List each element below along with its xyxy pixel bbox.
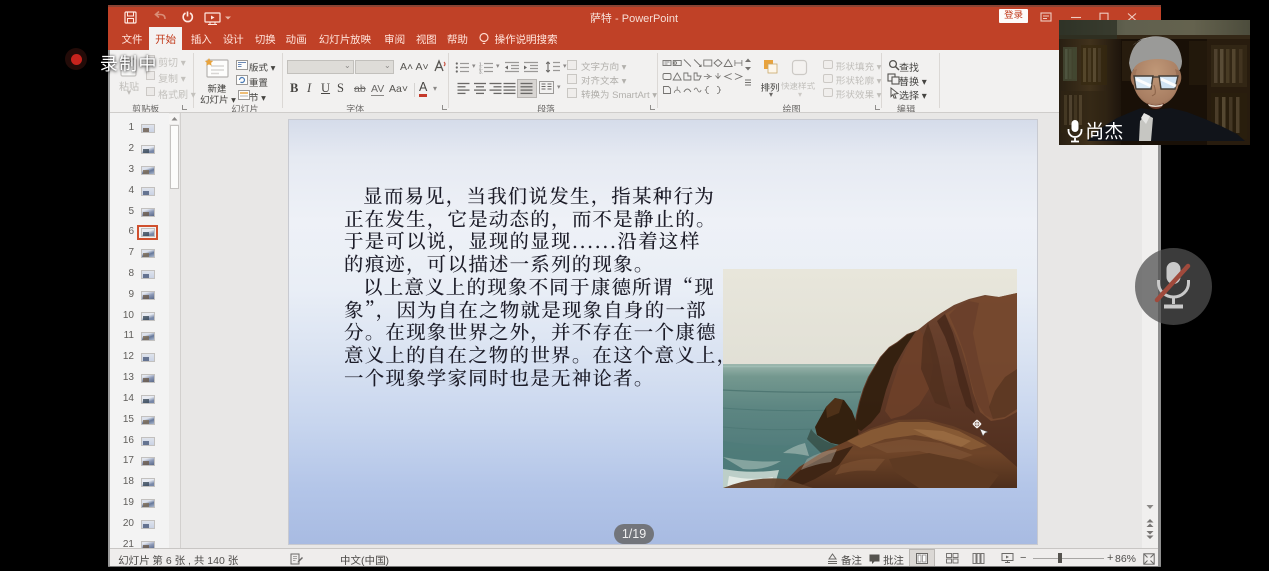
svg-text:3.: 3. bbox=[479, 69, 483, 74]
